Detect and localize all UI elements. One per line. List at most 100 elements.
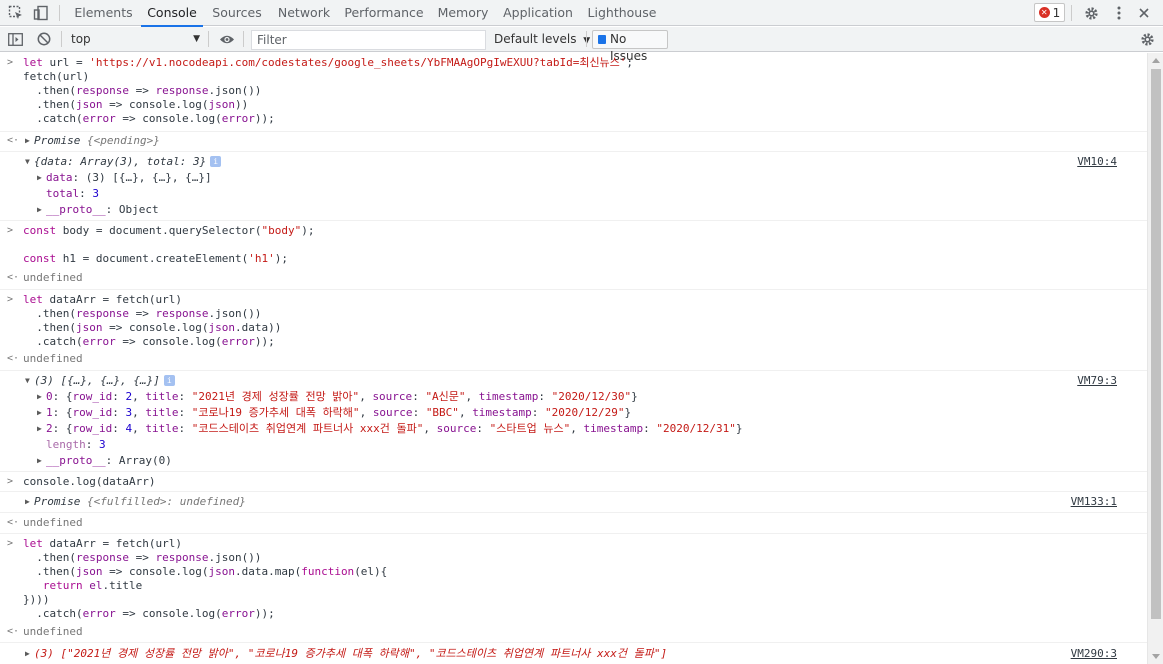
tab-performance[interactable]: Performance (341, 0, 427, 26)
source-link[interactable]: VM290:3 (1071, 647, 1117, 661)
expand-triangle-icon[interactable]: ▶ (37, 171, 42, 185)
code-line: let dataArr = fetch(url) (23, 537, 182, 550)
issues-button[interactable]: No Issues (592, 30, 668, 63)
device-toolbar-icon[interactable] (31, 3, 51, 23)
object-property[interactable]: __proto__: Array(0) (46, 454, 172, 468)
tab-lighthouse[interactable]: Lighthouse (583, 0, 661, 26)
console-result-entry: <· undefined (0, 623, 1147, 641)
code-line: fetch(url) (23, 70, 90, 83)
expand-triangle-icon[interactable]: ▶ (37, 406, 42, 420)
code-line: .catch(error => console.log(error)); (23, 607, 275, 620)
expand-triangle-icon[interactable]: ▶ (37, 390, 42, 404)
code-line: .then(json => console.log(json)) (23, 98, 249, 111)
object-property: total: 3 (46, 187, 99, 200)
expand-triangle-icon[interactable]: ▶ (25, 647, 30, 661)
expand-triangle-icon[interactable]: ▶ (25, 495, 30, 509)
code-line: let url = 'https://v1.nocodeapi.com/code… (23, 56, 634, 69)
tab-network[interactable]: Network (273, 0, 335, 26)
console-input-entry: > let url = 'https://v1.nocodeapi.com/co… (0, 56, 1147, 130)
context-selector[interactable]: top ▼ (66, 29, 204, 49)
expand-triangle-icon[interactable]: ▶ (37, 422, 42, 436)
promise-result[interactable]: Promise {<pending>} (34, 134, 160, 148)
scroll-down-arrow-icon[interactable] (1152, 654, 1160, 659)
console-scrollbar[interactable] (1147, 53, 1163, 664)
code-line: .then(response => response.json()) (23, 551, 262, 564)
toolbar-divider (586, 31, 587, 47)
console-result-entry: <· ▶ Promise {<pending>} (0, 131, 1147, 150)
console-settings-gear-icon[interactable] (1137, 29, 1157, 49)
object-preview[interactable]: {data: Array(3), total: 3} i (34, 155, 222, 169)
more-options-icon[interactable] (1109, 3, 1129, 23)
context-value: top (71, 32, 91, 46)
clear-console-icon[interactable] (34, 29, 54, 49)
tab-console[interactable]: Console (141, 0, 203, 27)
undefined-result: undefined (23, 271, 83, 284)
result-arrow-icon: <· (7, 517, 20, 528)
close-devtools-icon[interactable] (1134, 3, 1154, 23)
console-log-entry: ▼ {data: Array(3), total: 3} i VM10:4 ▶ d… (0, 151, 1147, 219)
console-output[interactable]: > let url = 'https://v1.nocodeapi.com/co… (0, 53, 1147, 664)
array-length: length: 3 (46, 438, 106, 451)
toolbar-divider (208, 31, 209, 47)
toolbar-divider (243, 31, 244, 47)
error-count-badge[interactable]: ✕ 1 (1034, 3, 1065, 22)
object-property[interactable]: data: (3) [{…}, {…}, {…}] (46, 171, 212, 185)
source-link[interactable]: VM79:3 (1077, 374, 1117, 388)
scrollbar-thumb[interactable] (1151, 69, 1161, 619)
code-line: return el.title (23, 579, 143, 592)
show-sidebar-icon[interactable] (5, 29, 25, 49)
filter-input[interactable] (251, 30, 486, 50)
scroll-up-arrow-icon[interactable] (1152, 58, 1160, 63)
undefined-result: undefined (23, 625, 83, 638)
tab-sources[interactable]: Sources (208, 0, 266, 26)
code-line: }))) (23, 593, 50, 606)
code-line: .then(response => response.json()) (23, 307, 262, 320)
console-toolbar: top ▼ Default levels ▼ No Issues (0, 27, 1163, 63)
log-levels-dropdown[interactable]: Default levels ▼ (494, 30, 590, 50)
expand-triangle-icon[interactable]: ▶ (37, 454, 42, 468)
code-line: const body = document.querySelector("bod… (23, 224, 315, 237)
expand-triangle-icon[interactable]: ▶ (37, 203, 42, 217)
undefined-result: undefined (23, 352, 83, 365)
source-link[interactable]: VM10:4 (1077, 155, 1117, 169)
array-item[interactable]: 1: {row_id: 3, title: "코로나19 증가추세 대폭 하락해… (46, 406, 631, 420)
input-prompt-icon: > (7, 225, 14, 236)
input-prompt-icon: > (7, 294, 14, 305)
source-link[interactable]: VM133:1 (1071, 495, 1117, 509)
console-log-entry: ▶ Promise {<fulfilled>: undefined} VM133… (0, 491, 1147, 511)
collapse-triangle-icon[interactable]: ▼ (25, 374, 30, 388)
array-preview[interactable]: (3) ["2021년 경제 성장률 전망 밝아", "코로나19 증가추세 대… (34, 647, 667, 661)
console-input-entry: > let dataArr = fetch(url) .then(respons… (0, 289, 1147, 350)
code-line: .then(json => console.log(json.data.map(… (23, 565, 388, 578)
result-arrow-icon: <· (7, 353, 20, 364)
toolbar-divider (61, 31, 62, 47)
collapse-triangle-icon[interactable]: ▼ (25, 155, 30, 169)
expand-triangle-icon[interactable]: ▶ (25, 134, 30, 148)
promise-result[interactable]: Promise {<fulfilled>: undefined} (34, 495, 246, 509)
code-line: .then(json => console.log(json.data)) (23, 321, 282, 334)
code-line: const h1 = document.createElement('h1'); (23, 252, 288, 265)
tab-application[interactable]: Application (500, 0, 576, 26)
array-item[interactable]: 2: {row_id: 4, title: "코드스테이츠 취업연계 파트너사 … (46, 422, 742, 436)
tab-elements[interactable]: Elements (70, 0, 137, 26)
console-log-entry: ▼ (3) [{…}, {…}, {…}] i VM79:3 ▶ 0: {row_… (0, 370, 1147, 470)
tab-memory[interactable]: Memory (433, 0, 493, 26)
input-prompt-icon: > (7, 538, 14, 549)
console-result-entry: <· undefined (0, 351, 1147, 369)
settings-gear-icon[interactable] (1081, 3, 1101, 23)
result-arrow-icon: <· (7, 135, 20, 146)
array-item[interactable]: 0: {row_id: 2, title: "2021년 경제 성장률 전망 밝… (46, 390, 638, 404)
console-input-entry: > let dataArr = fetch(url) .then(respons… (0, 533, 1147, 621)
live-expression-eye-icon[interactable] (217, 29, 237, 49)
levels-label: Default levels (494, 32, 577, 46)
input-prompt-icon: > (7, 57, 14, 68)
code-line: .then(response => response.json()) (23, 84, 262, 97)
toolbar-divider (1071, 5, 1072, 21)
console-input-entry: > const body = document.querySelector("b… (0, 220, 1147, 270)
error-icon: ✕ (1038, 7, 1050, 18)
array-preview[interactable]: (3) [{…}, {…}, {…}] i (34, 374, 175, 388)
inspect-element-icon[interactable] (6, 3, 26, 23)
object-property[interactable]: __proto__: Object (46, 203, 159, 217)
dropdown-arrow-icon: ▼ (193, 34, 200, 44)
console-result-entry: <· undefined (0, 512, 1147, 532)
